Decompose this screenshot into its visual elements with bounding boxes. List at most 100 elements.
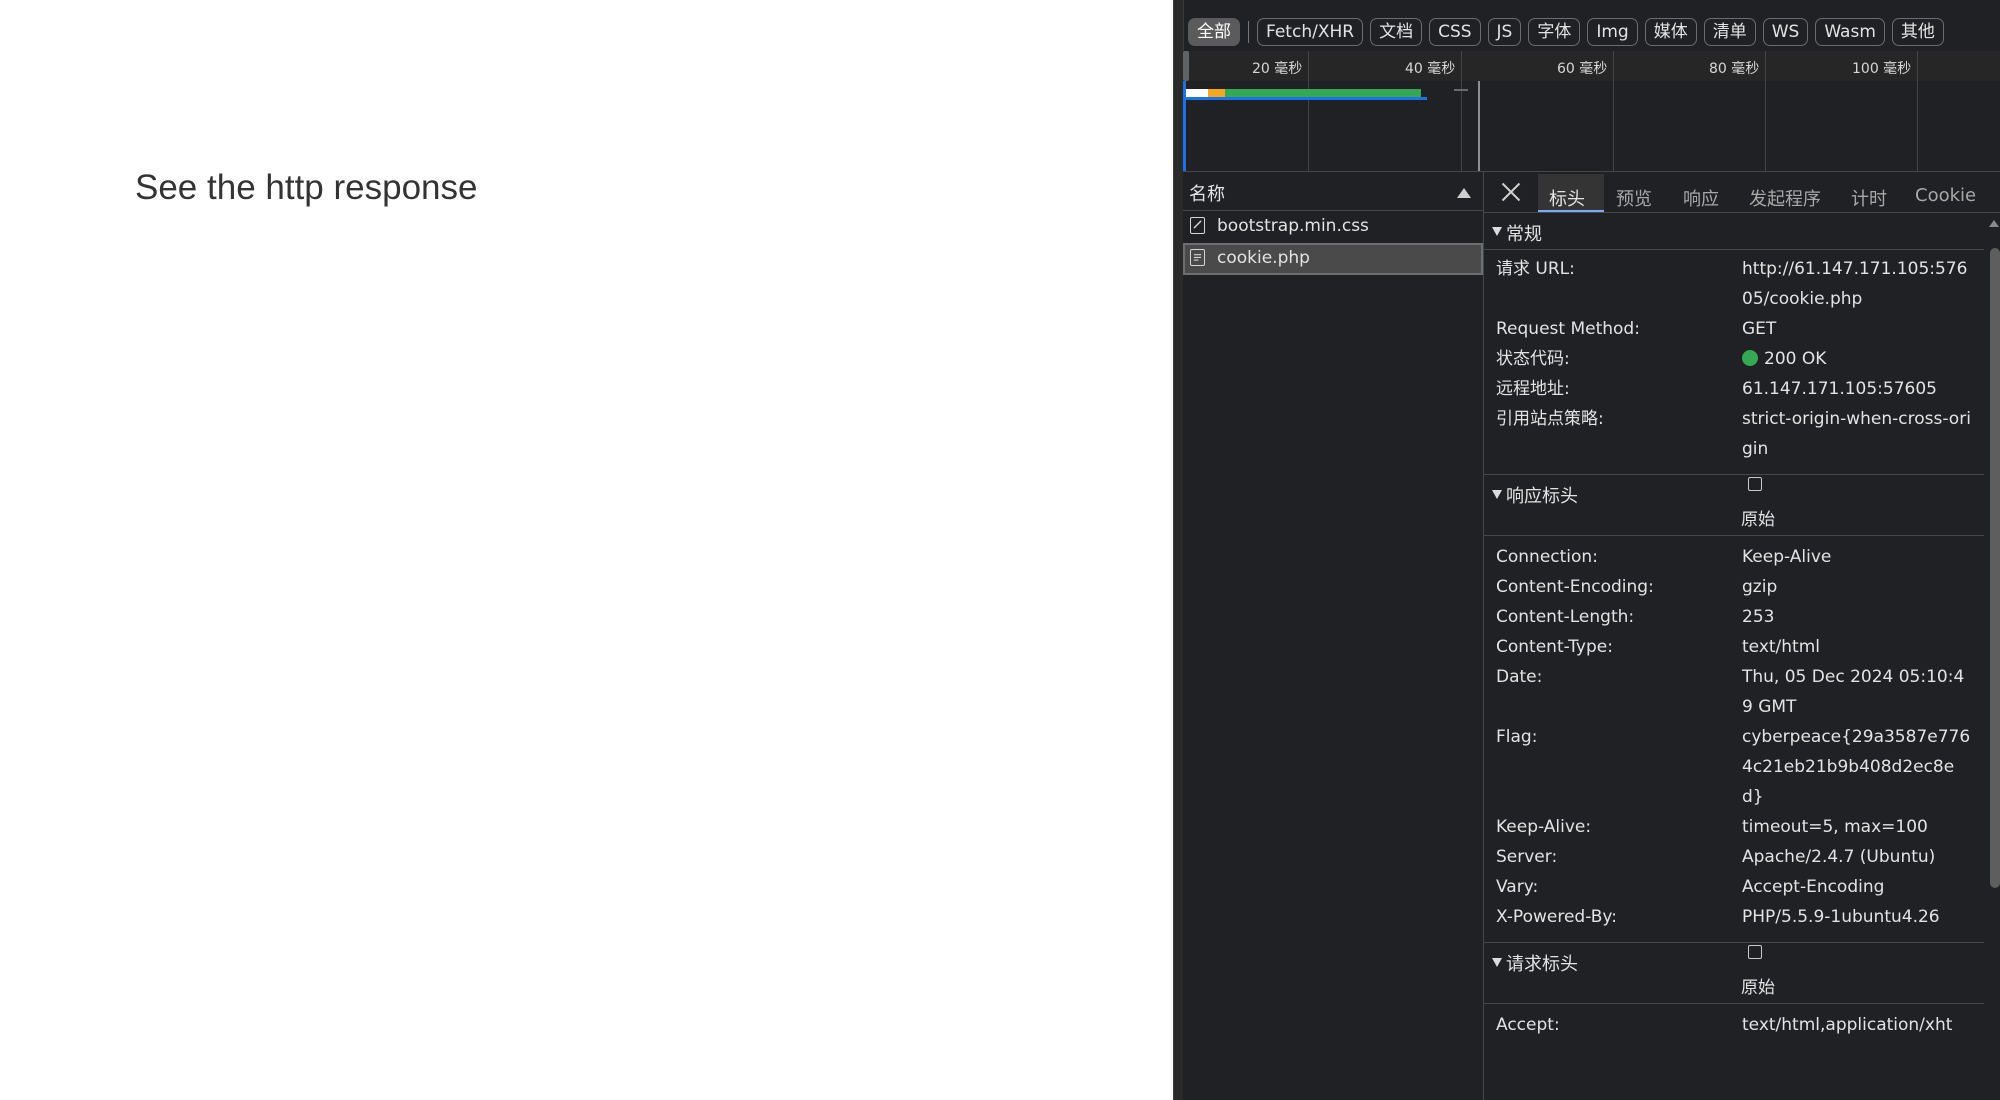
filter-fetch-xhr[interactable]: Fetch/XHR xyxy=(1257,18,1364,46)
tab-cookie[interactable]: Cookie xyxy=(1915,185,1976,206)
request-name: bootstrap.min.css xyxy=(1217,216,1369,236)
collapse-triangle-icon xyxy=(1492,958,1502,967)
section-title: 常规 xyxy=(1506,224,1542,245)
tab-headers[interactable]: 标头 xyxy=(1549,185,1585,211)
general-rows: 请求 URL: http://61.147.171.105:57605/cook… xyxy=(1484,250,1984,475)
request-row[interactable]: bootstrap.min.css xyxy=(1183,211,1483,243)
raw-checkbox[interactable] xyxy=(1748,945,1762,959)
header-row: 状态代码: 200 OK xyxy=(1484,344,1984,374)
filter-wasm[interactable]: Wasm xyxy=(1815,18,1885,46)
general-section-header[interactable]: 常规 xyxy=(1484,213,1984,250)
request-details: 标头 预览 响应 发起程序 计时 Cookie 常规 请求 URL: http:… xyxy=(1484,172,2000,1100)
header-row: Connection: Keep-Alive xyxy=(1484,542,1984,572)
response-header-rows: Connection: Keep-Alive Content-Encoding: gz… xyxy=(1484,536,1984,943)
header-value: http://61.147.171.105:57605/cookie.php xyxy=(1742,259,1968,309)
filter-js[interactable]: JS xyxy=(1487,18,1522,46)
header-key: 状态代码: xyxy=(1496,349,1570,369)
filter-font[interactable]: 字体 xyxy=(1528,18,1581,46)
scroll-up-arrow-icon[interactable] xyxy=(1989,220,1999,227)
header-key: Flag: xyxy=(1496,727,1538,747)
header-row: Flag: cyberpeace{29a3587e7764c21eb21b9b40… xyxy=(1484,722,1984,812)
header-value: GET xyxy=(1742,319,1777,339)
timeline-bar-queue xyxy=(1186,89,1208,97)
header-row: Content-Type: text/html xyxy=(1484,632,1984,662)
header-key: Connection: xyxy=(1496,547,1598,567)
close-icon[interactable] xyxy=(1500,180,1522,202)
header-key: Keep-Alive: xyxy=(1496,817,1592,837)
header-row: Keep-Alive: timeout=5, max=100 xyxy=(1484,812,1984,842)
header-value: PHP/5.5.9-1ubuntu4.26 xyxy=(1742,907,1940,927)
header-row: Accept: text/html,application/xht xyxy=(1484,1010,1984,1040)
raw-label: 原始 xyxy=(1741,510,1775,530)
document-file-icon xyxy=(1190,249,1205,266)
request-row-selected[interactable]: cookie.php xyxy=(1183,243,1483,275)
timeline-gridline xyxy=(1917,51,1918,171)
name-column-header: 名称 xyxy=(1189,184,1225,205)
header-key: Content-Encoding: xyxy=(1496,577,1654,597)
status-ok-icon xyxy=(1742,350,1758,366)
filter-media[interactable]: 媒体 xyxy=(1644,18,1697,46)
header-row: 请求 URL: http://61.147.171.105:57605/cook… xyxy=(1484,254,1984,314)
timeline-gridline xyxy=(1461,51,1462,171)
page-heading: See the http response xyxy=(135,168,478,207)
collapse-triangle-icon xyxy=(1492,490,1502,499)
tab-initiator[interactable]: 发起程序 xyxy=(1749,185,1821,211)
header-key: 请求 URL: xyxy=(1496,259,1575,279)
collapse-triangle-icon xyxy=(1492,227,1502,236)
filter-ws[interactable]: WS xyxy=(1762,18,1809,46)
header-row: Content-Length: 253 xyxy=(1484,602,1984,632)
timeline-bar-small xyxy=(1454,89,1468,91)
raw-checkbox[interactable] xyxy=(1748,477,1762,491)
header-value: timeout=5, max=100 xyxy=(1742,817,1928,837)
request-list-header[interactable]: 名称 xyxy=(1183,172,1483,211)
header-key: 远程地址: xyxy=(1496,379,1570,399)
timeline-handle[interactable] xyxy=(1183,51,1189,81)
request-name: cookie.php xyxy=(1217,248,1310,268)
timeline-tick: 40 毫秒 xyxy=(1405,61,1456,77)
filter-doc[interactable]: 文档 xyxy=(1370,18,1423,46)
header-row: Content-Encoding: gzip xyxy=(1484,572,1984,602)
details-tabs: 标头 预览 响应 发起程序 计时 Cookie xyxy=(1484,172,2000,213)
header-key: Server: xyxy=(1496,847,1558,867)
header-key: Content-Type: xyxy=(1496,637,1613,657)
filter-all[interactable]: 全部 xyxy=(1188,18,1240,46)
page-viewport: See the http response xyxy=(0,0,1173,1100)
header-value: Thu, 05 Dec 2024 05:10:49 GMT xyxy=(1742,667,1965,717)
status-text: 200 OK xyxy=(1764,349,1827,369)
timeline-tick: 100 毫秒 xyxy=(1852,61,1912,77)
filter-other[interactable]: 其他 xyxy=(1891,18,1944,46)
filter-css[interactable]: CSS xyxy=(1429,18,1481,46)
timeline-overview[interactable]: 20 毫秒 40 毫秒 60 毫秒 80 毫秒 100 毫秒 xyxy=(1183,51,2000,172)
filter-manifest[interactable]: 清单 xyxy=(1703,18,1756,46)
raw-label: 原始 xyxy=(1741,978,1775,998)
tab-timing[interactable]: 计时 xyxy=(1851,185,1887,211)
timeline-bar-wait xyxy=(1208,89,1225,97)
header-key: Content-Length: xyxy=(1496,607,1635,627)
devtools-panel: 全部 Fetch/XHR 文档 CSS JS 字体 Img 媒体 清单 WS W… xyxy=(1173,0,2000,1100)
header-row: Request Method: GET xyxy=(1484,314,1984,344)
header-value: text/html xyxy=(1742,637,1821,657)
header-key: X-Powered-By: xyxy=(1496,907,1617,927)
section-title: 请求标头 xyxy=(1506,954,1578,975)
section-title: 响应标头 xyxy=(1506,486,1578,507)
request-list: 名称 bootstrap.min.css cookie.php xyxy=(1183,172,1484,1100)
request-headers-section-header[interactable]: 请求标头 原始 xyxy=(1484,943,1984,1004)
filter-img[interactable]: Img xyxy=(1587,18,1638,46)
header-value: Accept-Encoding xyxy=(1742,877,1885,897)
header-value: 61.147.171.105:57605 xyxy=(1742,379,1937,399)
tab-preview[interactable]: 预览 xyxy=(1616,185,1652,211)
timeline-bar-download xyxy=(1225,89,1421,97)
scrollbar-thumb[interactable] xyxy=(1990,248,2000,888)
sort-ascending-icon xyxy=(1457,188,1471,198)
headers-content: 常规 请求 URL: http://61.147.171.105:57605/c… xyxy=(1484,213,1984,1100)
timeline-bar-range xyxy=(1185,97,1427,100)
response-headers-section-header[interactable]: 响应标头 原始 xyxy=(1484,475,1984,536)
filter-separator xyxy=(1248,21,1249,43)
timeline-gridline xyxy=(1613,51,1614,171)
stylesheet-file-icon xyxy=(1190,217,1205,234)
header-key: Accept: xyxy=(1496,1015,1560,1035)
timeline-gridline xyxy=(1308,51,1309,171)
status-value: 200 OK xyxy=(1742,344,1974,374)
tab-response[interactable]: 响应 xyxy=(1683,185,1719,211)
timeline-tick: 20 毫秒 xyxy=(1252,61,1303,77)
